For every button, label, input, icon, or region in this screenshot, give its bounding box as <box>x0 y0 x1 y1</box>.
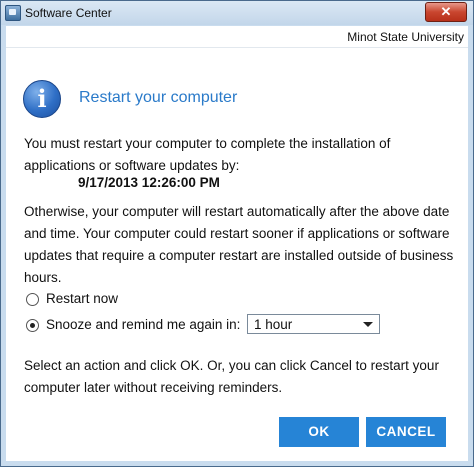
snooze-radio[interactable] <box>26 319 39 332</box>
ok-button[interactable]: OK <box>279 417 359 447</box>
snooze-duration-value: 1 hour <box>254 317 293 332</box>
title-bar[interactable]: Software Center ✕ <box>1 1 473 25</box>
info-icon: i <box>23 80 61 118</box>
software-center-icon <box>5 5 21 21</box>
close-button[interactable]: ✕ <box>425 2 467 22</box>
dropdown-arrow-icon[interactable] <box>363 322 373 327</box>
window-title: Software Center <box>25 6 112 20</box>
snooze-duration-select[interactable]: 1 hour <box>247 314 380 334</box>
dialog-title: Restart your computer <box>79 89 238 106</box>
restart-now-label[interactable]: Restart now <box>46 291 118 306</box>
organization-name: Minot State University <box>347 30 464 44</box>
snooze-label[interactable]: Snooze and remind me again in: <box>46 317 240 332</box>
restart-now-radio[interactable] <box>26 293 39 306</box>
software-center-window: Software Center ✕ Minot State University… <box>0 0 474 467</box>
header-band: Minot State University <box>6 26 468 48</box>
restart-deadline: 9/17/2013 12:26:00 PM <box>78 175 220 190</box>
auto-restart-message: Otherwise, your computer will restart au… <box>24 204 454 285</box>
dialog-content: i Restart your computer You must restart… <box>6 48 468 461</box>
instructions-text: Select an action and click OK. Or, you c… <box>24 358 439 395</box>
cancel-button[interactable]: CANCEL <box>366 417 446 447</box>
restart-message: You must restart your computer to comple… <box>24 136 391 173</box>
